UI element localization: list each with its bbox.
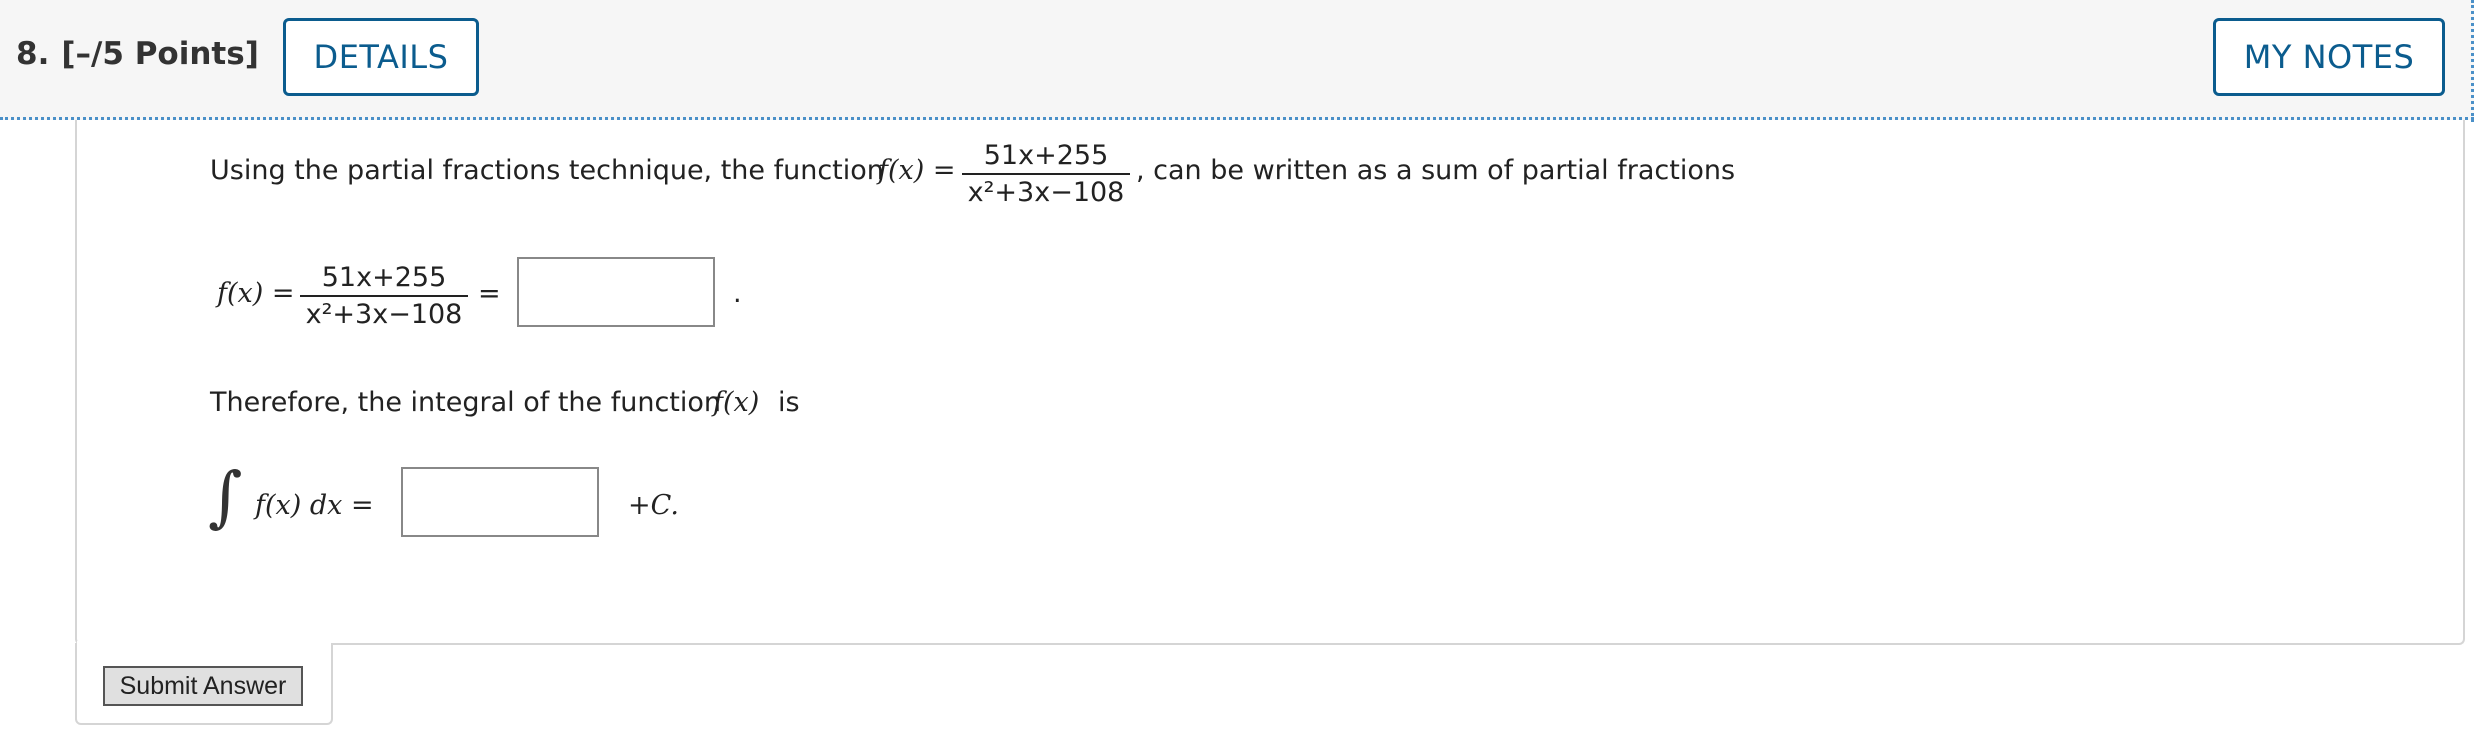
line2-fraction: 51x+255 x²+3x−108: [300, 262, 468, 330]
line2-fx: f(x) =: [217, 278, 295, 309]
intro-suffix: , can be written as a sum of partial fra…: [1136, 155, 1736, 186]
points-label: [–/5 Points]: [61, 36, 259, 72]
line2-denominator: x²+3x−108: [305, 299, 463, 330]
partial-fractions-answer-input[interactable]: [517, 257, 715, 327]
line2-period: .: [733, 278, 742, 309]
details-button[interactable]: DETAILS: [283, 18, 479, 96]
question-title: 8. [–/5 Points]: [16, 36, 259, 72]
integral-answer-input[interactable]: [401, 467, 599, 537]
therefore-fx: f(x): [713, 387, 760, 418]
intro-text: Using the partial fractions technique, t…: [210, 155, 884, 186]
therefore-is: is: [778, 387, 800, 418]
question-header: 8. [–/5 Points] DETAILS MY NOTES: [0, 0, 2474, 120]
line2-numerator: 51x+255: [321, 262, 447, 293]
submit-answer-button[interactable]: Submit Answer: [103, 666, 303, 706]
integral-expression: f(x) dx =: [255, 490, 374, 521]
intro-denominator: x²+3x−108: [967, 177, 1125, 208]
intro-numerator: 51x+255: [983, 140, 1109, 171]
question-panel: [75, 120, 2465, 645]
plus-c: +C.: [628, 490, 679, 521]
intro-fx: f(x) =: [878, 155, 956, 186]
integral-sign: ∫: [208, 458, 243, 535]
therefore-text: Therefore, the integral of the function: [210, 387, 722, 418]
line2-equals: =: [478, 278, 501, 309]
question-number: 8.: [16, 36, 50, 72]
my-notes-button[interactable]: MY NOTES: [2213, 18, 2445, 96]
intro-fraction: 51x+255 x²+3x−108: [962, 140, 1130, 208]
